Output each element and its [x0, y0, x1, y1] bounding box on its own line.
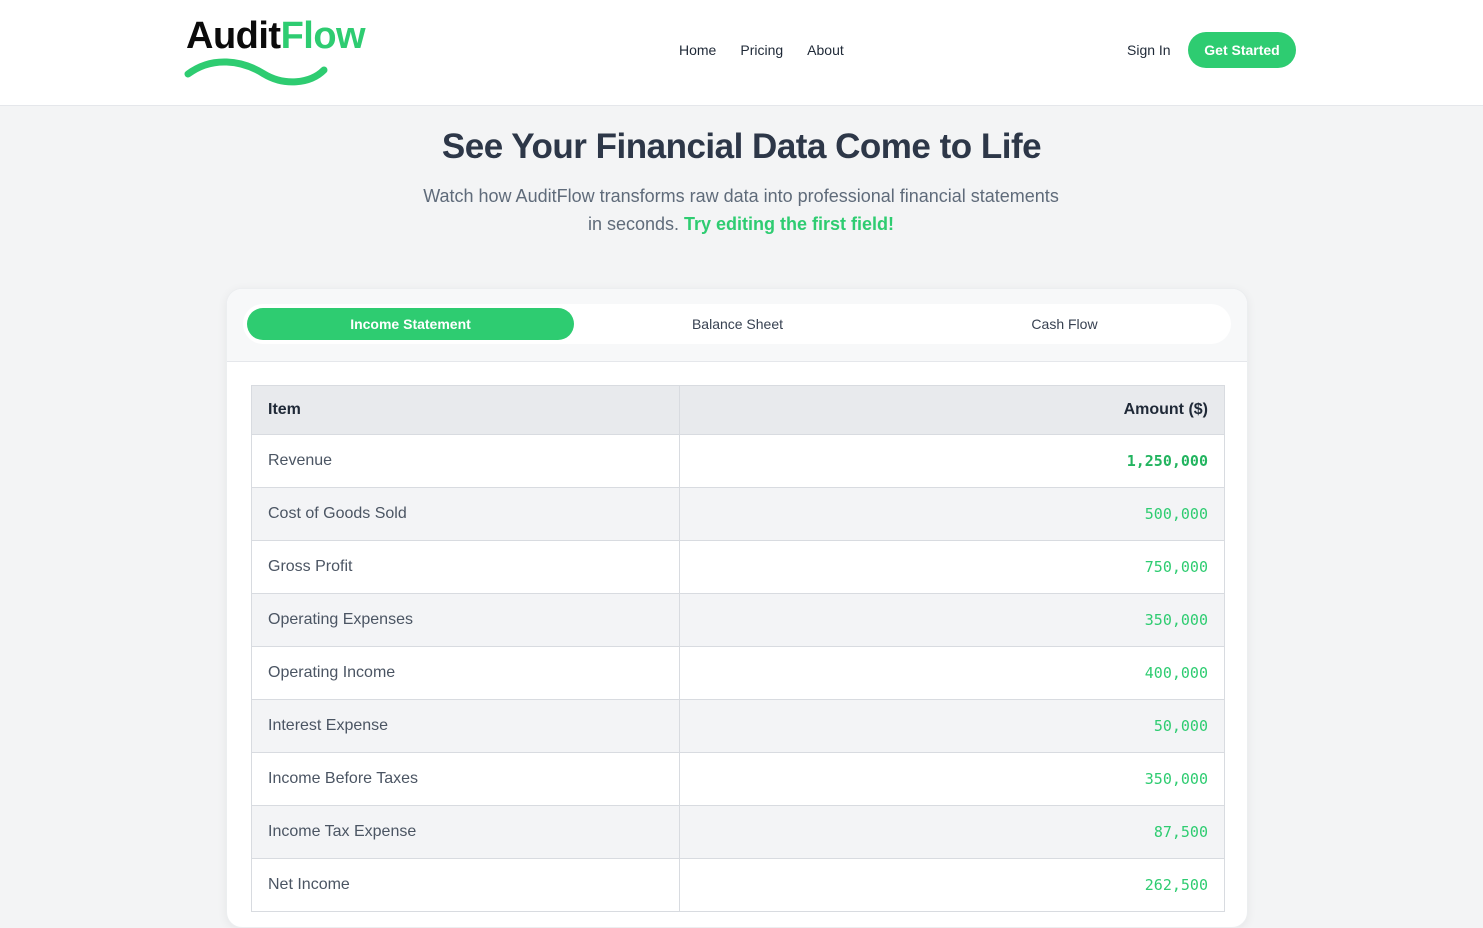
revenue-amount-field[interactable]: 1,250,000 [679, 434, 1225, 488]
row-item-label: Net Income [251, 858, 680, 912]
row-item-label: Income Tax Expense [251, 805, 680, 859]
row-amount-value: 500,000 [679, 487, 1225, 541]
nav-link-about[interactable]: About [807, 40, 844, 60]
nav-link-pricing[interactable]: Pricing [740, 40, 783, 60]
statement-tabs: Income Statement Balance Sheet Cash Flow [243, 304, 1231, 344]
row-amount-value: 400,000 [679, 646, 1225, 700]
row-amount-value: 350,000 [679, 593, 1225, 647]
table-row: Cost of Goods Sold 500,000 [251, 487, 1225, 541]
hero-subtitle: Watch how AuditFlow transforms raw data … [391, 182, 1091, 238]
table-row: Net Income 262,500 [251, 858, 1225, 912]
hero-subtitle-line1: Watch how AuditFlow transforms raw data … [423, 186, 1059, 206]
table-row: Gross Profit 750,000 [251, 540, 1225, 594]
nav-link-home[interactable]: Home [679, 40, 716, 60]
row-amount-value: 50,000 [679, 699, 1225, 753]
tab-income-statement[interactable]: Income Statement [247, 308, 574, 340]
row-item-label: Gross Profit [251, 540, 680, 594]
row-amount-value: 87,500 [679, 805, 1225, 859]
table-row: Operating Expenses 350,000 [251, 593, 1225, 647]
row-amount-value: 262,500 [679, 858, 1225, 912]
column-header-amount: Amount ($) [679, 385, 1225, 435]
hero-subtitle-highlight: Try editing the first field! [684, 214, 895, 234]
top-navbar: AuditFlow Home Pricing About Sign In Get… [0, 0, 1483, 106]
table-row: Operating Income 400,000 [251, 646, 1225, 700]
table-row: Revenue 1,250,000 [251, 434, 1225, 488]
hero-title: See Your Financial Data Come to Life [441, 127, 1042, 166]
row-amount-value: 750,000 [679, 540, 1225, 594]
table-header-row: Item Amount ($) [251, 385, 1225, 435]
row-item-label: Interest Expense [251, 699, 680, 753]
logo-wordmark-audit: Audit [186, 15, 281, 57]
logo-swoosh-icon [184, 58, 328, 86]
logo-wordmark-flow: Flow [280, 15, 366, 57]
table-row: Interest Expense 50,000 [251, 699, 1225, 753]
row-item-label: Operating Income [251, 646, 680, 700]
income-statement-table: Item Amount ($) Revenue 1,250,000 Cost o… [251, 385, 1225, 912]
financial-statement-card: Income Statement Balance Sheet Cash Flow… [226, 288, 1248, 928]
auditflow-logo[interactable]: AuditFlow [176, 4, 406, 100]
tab-cash-flow[interactable]: Cash Flow [901, 308, 1228, 340]
table-row: Income Tax Expense 87,500 [251, 805, 1225, 859]
row-item-label: Revenue [251, 434, 680, 488]
card-header: Income Statement Balance Sheet Cash Flow [227, 289, 1247, 362]
tab-balance-sheet[interactable]: Balance Sheet [574, 308, 901, 340]
row-item-label: Income Before Taxes [251, 752, 680, 806]
statement-table-wrapper: Item Amount ($) Revenue 1,250,000 Cost o… [251, 385, 1225, 912]
get-started-button[interactable]: Get Started [1188, 32, 1296, 68]
row-amount-value: 350,000 [679, 752, 1225, 806]
nav-links: Home Pricing About [679, 40, 844, 60]
row-item-label: Operating Expenses [251, 593, 680, 647]
hero-subtitle-line2: in seconds. [587, 214, 680, 234]
table-row: Income Before Taxes 350,000 [251, 752, 1225, 806]
column-header-item: Item [251, 385, 680, 435]
row-item-label: Cost of Goods Sold [251, 487, 680, 541]
sign-in-link[interactable]: Sign In [1127, 40, 1171, 60]
